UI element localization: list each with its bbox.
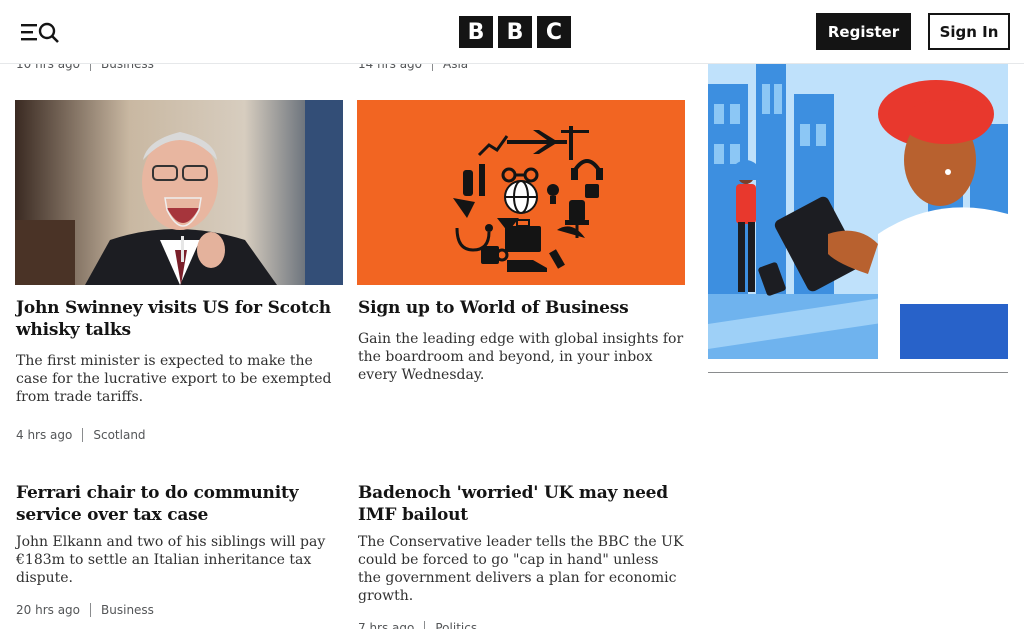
topic-link[interactable]: Politics [435,621,477,629]
topic-link[interactable]: Business [101,603,154,617]
logo-letter: B [498,16,532,48]
promo-headline[interactable]: Sign up to World of Business [358,297,684,319]
article-card[interactable]: John Swinney visits US for Scotch whisky… [15,100,343,457]
site-header: B B C Register Sign In [0,0,1024,64]
article-summary: John Elkann and two of his siblings will… [16,534,326,586]
promo-illustration[interactable] [708,64,1008,359]
promo-summary: Gain the leading edge with global insigh… [358,331,684,383]
timestamp: 4 hrs ago [16,428,73,442]
menu-search-icon [21,22,59,43]
sign-in-button[interactable]: Sign In [928,13,1010,50]
article-meta: 20 hrs ago Business [16,602,154,618]
article-meta: 4 hrs ago Scotland [16,427,146,443]
timestamp: 20 hrs ago [16,603,81,617]
newsletter-promo-card[interactable]: Sign up to World of Business Gain the le… [357,100,685,435]
logo-letter: C [537,16,571,48]
menu-search-button[interactable] [14,15,68,49]
sidebar-divider [708,372,1008,373]
traveller-illustration [708,64,1008,359]
article-meta: 7 hrs ago Politics [358,620,477,629]
meta-divider [424,621,426,629]
article-headline[interactable]: Badenoch 'worried' UK may need IMF bailo… [358,482,684,526]
article-summary: The Conservative leader tells the BBC th… [358,534,684,604]
meta-divider [90,603,92,617]
article-headline[interactable]: Ferrari chair to do community service ov… [16,482,342,526]
timestamp: 7 hrs ago [358,621,415,629]
article-summary: The first minister is expected to make t… [16,353,332,405]
article-card[interactable]: Ferrari chair to do community service ov… [15,479,343,628]
topic-link[interactable]: Scotland [93,428,145,442]
logo-letter: B [459,16,493,48]
article-image-swinney [15,100,343,285]
article-card[interactable]: Badenoch 'worried' UK may need IMF bailo… [357,479,685,629]
meta-divider [82,428,84,442]
register-button[interactable]: Register [816,13,911,50]
world-of-business-illustration [357,100,685,285]
bbc-logo[interactable]: B B C [459,16,571,48]
article-headline[interactable]: John Swinney visits US for Scotch whisky… [16,297,342,341]
